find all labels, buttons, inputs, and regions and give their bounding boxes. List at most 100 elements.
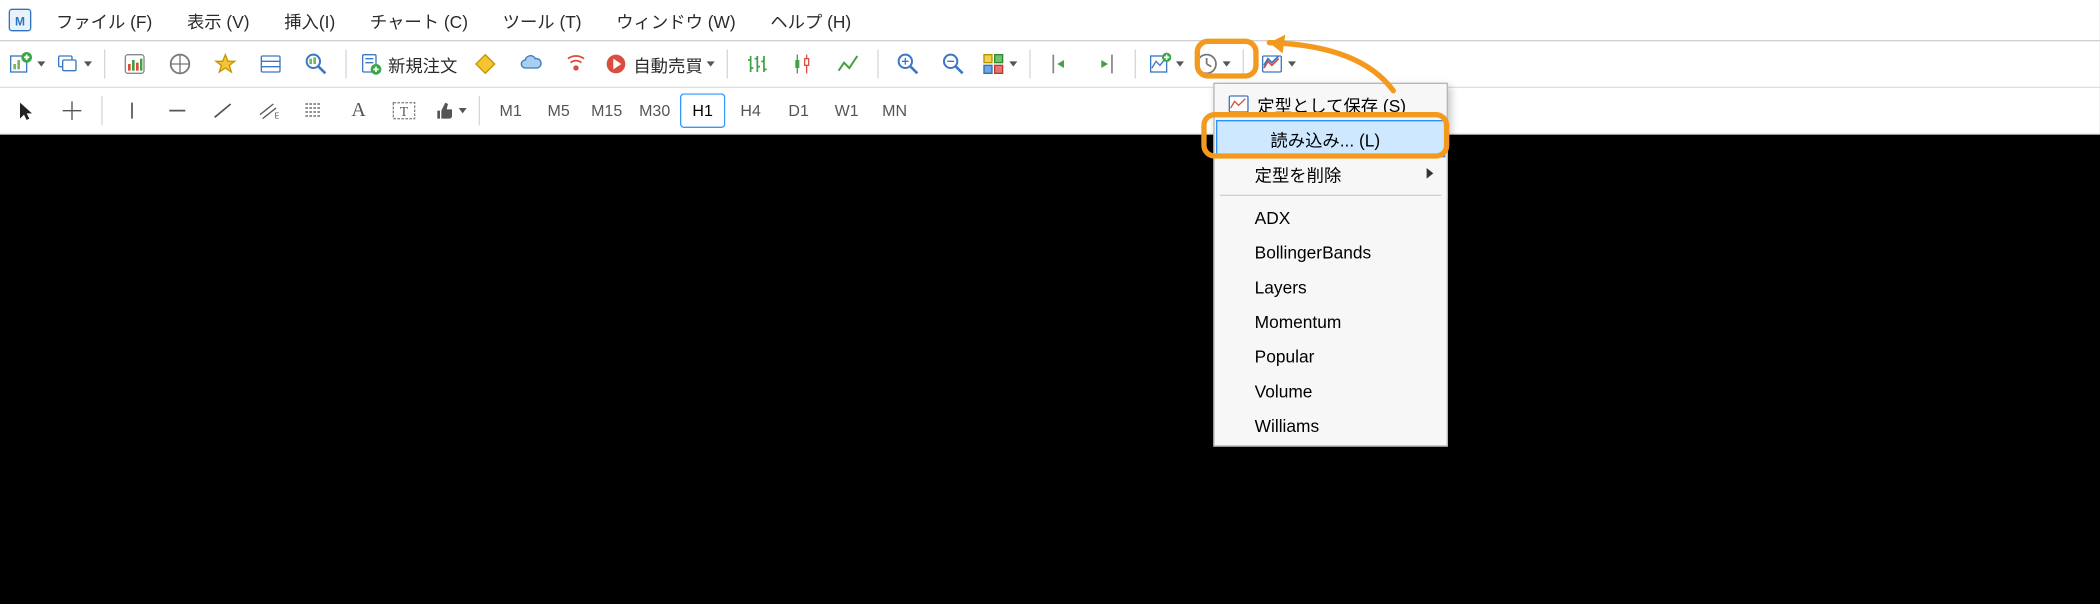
auto-scroll-button[interactable] xyxy=(1039,47,1082,82)
app-icon: M xyxy=(8,8,32,32)
data-window-button[interactable] xyxy=(249,47,292,82)
timeframe-m15[interactable]: M15 xyxy=(584,93,629,128)
submenu-arrow-icon xyxy=(1427,168,1434,179)
preset-label: Popular xyxy=(1255,346,1315,366)
preset-label: ADX xyxy=(1255,207,1291,227)
preset-adx[interactable]: ADX xyxy=(1217,200,1444,235)
toolbar-drawing: E A T xyxy=(0,88,2100,135)
timeframe-m30[interactable]: M30 xyxy=(632,93,677,128)
diamond-icon xyxy=(473,52,497,76)
market-watch-button[interactable] xyxy=(113,47,156,82)
chart-area[interactable] xyxy=(0,135,2100,604)
preset-williams[interactable]: Williams xyxy=(1217,408,1444,443)
new-order-button[interactable]: 新規注文 xyxy=(355,47,462,82)
new-order-label: 新規注文 xyxy=(388,51,457,76)
timeframe-m1[interactable]: M1 xyxy=(488,93,533,128)
preset-momentum[interactable]: Momentum xyxy=(1217,304,1444,339)
new-chart-icon xyxy=(9,52,33,76)
fibo-retracement-button[interactable] xyxy=(292,93,335,128)
vertical-line-icon xyxy=(121,100,142,121)
zoom-out-button[interactable] xyxy=(932,47,975,82)
navigator-icon xyxy=(168,52,192,76)
separator xyxy=(727,49,728,78)
candlestick-button[interactable] xyxy=(781,47,824,82)
indicators-button[interactable] xyxy=(1144,47,1188,82)
metaquotes-button[interactable] xyxy=(464,47,507,82)
menu-load-template[interactable]: 読み込み... (L) xyxy=(1216,120,1445,157)
menu-tools[interactable]: ツール (T) xyxy=(487,2,598,38)
separator xyxy=(101,96,102,125)
timeframe-h1[interactable]: H1 xyxy=(680,93,725,128)
periodicity-button[interactable] xyxy=(1191,47,1235,82)
menu-chart[interactable]: チャート (C) xyxy=(354,2,484,38)
templates-button[interactable] xyxy=(1252,47,1304,82)
menu-insert[interactable]: 挿入(I) xyxy=(268,2,351,38)
preset-popular[interactable]: Popular xyxy=(1217,339,1444,374)
menu-save-as-template[interactable]: 定型として保存 (S) xyxy=(1217,87,1444,122)
vps-button[interactable] xyxy=(509,47,552,82)
separator xyxy=(1243,49,1244,78)
menu-window[interactable]: ウィンドウ (W) xyxy=(600,2,751,38)
preset-layers[interactable]: Layers xyxy=(1217,269,1444,304)
timeframe-mn[interactable]: MN xyxy=(872,93,917,128)
menu-delete-template[interactable]: 定型を削除 xyxy=(1217,156,1444,191)
zoom-in-button[interactable] xyxy=(887,47,930,82)
arrows-button[interactable] xyxy=(428,93,471,128)
line-chart-button[interactable] xyxy=(827,47,870,82)
equidistant-channel-button[interactable]: E xyxy=(247,93,290,128)
horizontal-line-button[interactable] xyxy=(156,93,199,128)
strategy-tester-button[interactable] xyxy=(295,47,338,82)
new-order-icon xyxy=(359,52,383,76)
menu-separator xyxy=(1220,195,1441,196)
trendline-button[interactable] xyxy=(201,93,244,128)
preset-bollinger[interactable]: BollingerBands xyxy=(1217,235,1444,270)
preset-label: Momentum xyxy=(1255,311,1342,331)
auto-trading-button[interactable]: 自動売買 xyxy=(600,47,719,82)
signals-button[interactable] xyxy=(555,47,598,82)
preset-label: Layers xyxy=(1255,277,1307,297)
preset-label: Williams xyxy=(1255,415,1320,435)
fibo-icon xyxy=(303,100,324,121)
profiles-button[interactable] xyxy=(52,47,96,82)
vertical-line-button[interactable] xyxy=(111,93,154,128)
tile-windows-button[interactable] xyxy=(977,47,1021,82)
menu-save-as-template-label: 定型として保存 (S) xyxy=(1257,91,1406,116)
svg-text:M: M xyxy=(15,14,25,28)
navigator-button[interactable] xyxy=(159,47,202,82)
menu-file[interactable]: ファイル (F) xyxy=(40,2,168,38)
tile-icon xyxy=(981,52,1005,76)
app-chrome: M ファイル (F) 表示 (V) 挿入(I) チャート (C) ツール (T)… xyxy=(0,0,2100,135)
bar-chart-button[interactable] xyxy=(736,47,779,82)
cursor-button[interactable] xyxy=(5,93,48,128)
preset-label: BollingerBands xyxy=(1255,242,1372,262)
separator xyxy=(479,96,480,125)
text-label-button[interactable]: T xyxy=(383,93,426,128)
preset-volume[interactable]: Volume xyxy=(1217,373,1444,408)
separator xyxy=(1029,49,1030,78)
market-watch-icon xyxy=(123,52,147,76)
favorites-button[interactable] xyxy=(204,47,247,82)
menu-view[interactable]: 表示 (V) xyxy=(171,2,266,38)
chart-shift-button[interactable] xyxy=(1084,47,1127,82)
text-label-icon: T xyxy=(392,100,416,121)
auto-trading-label: 自動売買 xyxy=(633,51,702,76)
menu-load-template-label: 読み込み... (L) xyxy=(1270,126,1380,151)
timeframe-d1[interactable]: D1 xyxy=(776,93,821,128)
new-chart-button[interactable] xyxy=(5,47,49,82)
bar-chart-icon xyxy=(745,52,769,76)
text-button[interactable]: A xyxy=(337,93,380,128)
timeframe-h4[interactable]: H4 xyxy=(728,93,773,128)
chart-shift-icon xyxy=(1093,52,1117,76)
separator xyxy=(877,49,878,78)
star-icon xyxy=(213,52,237,76)
crosshair-button[interactable] xyxy=(51,93,94,128)
timeframe-m5[interactable]: M5 xyxy=(536,93,581,128)
separator xyxy=(345,49,346,78)
timeframe-w1[interactable]: W1 xyxy=(824,93,869,128)
templates-icon xyxy=(1260,52,1284,76)
separator xyxy=(104,49,105,78)
toolbar-main: 新規注文 自動売買 xyxy=(0,41,2100,88)
auto-trading-icon xyxy=(604,52,628,76)
menu-help[interactable]: ヘルプ (H) xyxy=(754,2,867,38)
crosshair-icon xyxy=(61,100,82,121)
